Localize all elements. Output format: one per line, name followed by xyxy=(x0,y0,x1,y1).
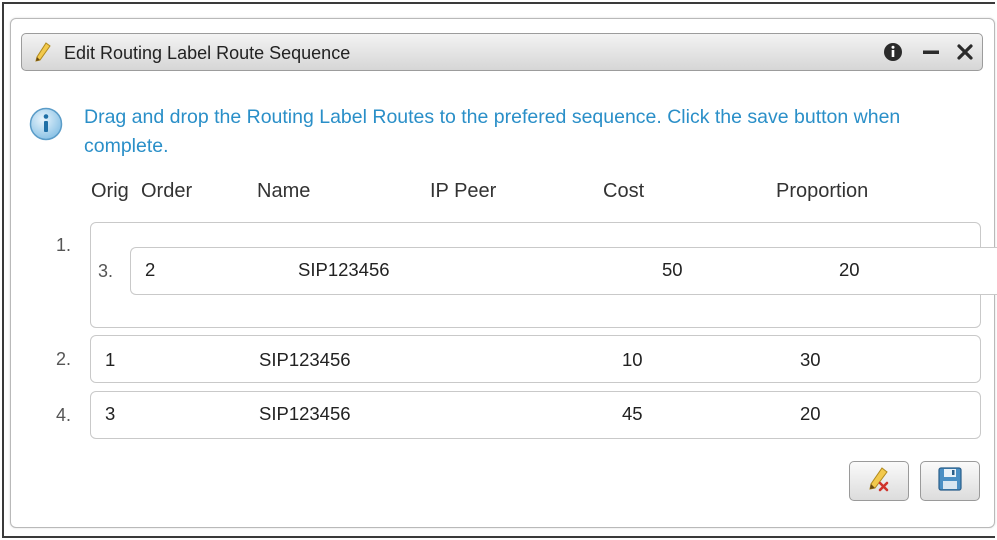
minimize-icon[interactable] xyxy=(920,41,942,63)
route-order: 3 xyxy=(105,403,116,424)
info-icon[interactable] xyxy=(882,41,904,63)
route-row[interactable] xyxy=(90,335,981,383)
column-header-orig: Orig xyxy=(91,180,129,202)
row-position-number: 2. xyxy=(56,349,72,369)
dialog-title: Edit Routing Label Route Sequence xyxy=(64,43,351,63)
column-header-proportion: Proportion xyxy=(776,180,869,202)
route-proportion: 20 xyxy=(839,259,860,280)
edit-route-sequence-dialog: Edit Routing Label Route Sequence Drag a… xyxy=(10,18,997,528)
save-button[interactable] xyxy=(920,461,980,501)
column-header-ip-peer: IP Peer xyxy=(430,180,497,202)
route-order: 1 xyxy=(105,349,116,370)
info-icon xyxy=(29,107,63,141)
route-name: SIP123456 xyxy=(259,403,351,424)
close-icon[interactable] xyxy=(954,41,976,63)
route-proportion: 30 xyxy=(800,349,821,370)
instruction-message: Drag and drop the Routing Label Routes t… xyxy=(84,106,901,157)
column-header-cost: Cost xyxy=(603,180,645,202)
pencil-icon xyxy=(32,41,54,63)
route-name: SIP123456 xyxy=(298,259,390,280)
row-position-number: 4. xyxy=(56,405,72,425)
route-order: 2 xyxy=(145,259,156,280)
orig-order-number: 3. xyxy=(98,261,114,281)
pencil-clear-icon xyxy=(865,465,893,498)
route-name: SIP123456 xyxy=(259,349,351,370)
route-row[interactable] xyxy=(90,391,981,439)
column-header-name: Name xyxy=(257,180,311,202)
floppy-disk-icon xyxy=(936,465,964,498)
route-proportion: 20 xyxy=(800,403,821,424)
column-header-order: Order xyxy=(141,180,193,202)
reset-button[interactable] xyxy=(849,461,909,501)
dragged-route-row[interactable] xyxy=(130,247,997,295)
route-cost: 50 xyxy=(662,259,683,280)
dialog-titlebar[interactable]: Edit Routing Label Route Sequence xyxy=(21,33,983,71)
row-position-number: 1. xyxy=(56,235,72,255)
route-cost: 45 xyxy=(622,403,643,424)
route-cost: 10 xyxy=(622,349,643,370)
